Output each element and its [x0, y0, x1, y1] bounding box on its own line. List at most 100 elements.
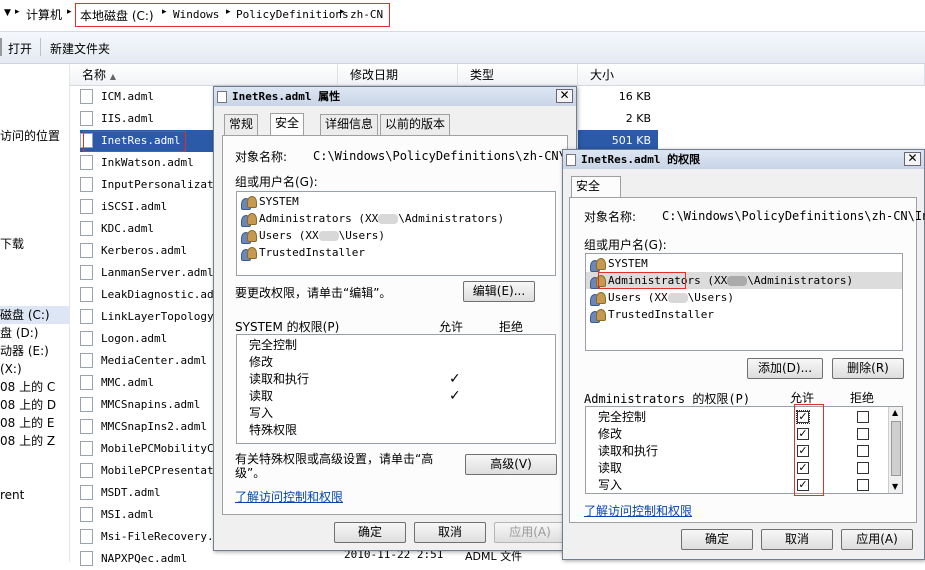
breadcrumb-lang[interactable]: zh-CN	[350, 8, 383, 21]
chevron-down-icon[interactable]: ▼	[4, 8, 11, 18]
help-link[interactable]: 了解访问控制和权限	[584, 502, 692, 519]
nav-item[interactable]: 08 上的 E	[0, 414, 54, 432]
ok-button[interactable]: 确定	[334, 522, 406, 543]
file-row[interactable]: KDC.adml	[80, 218, 154, 240]
chevron-right-icon[interactable]: ▸	[340, 7, 345, 17]
user-group-icon	[241, 213, 257, 227]
nav-item[interactable]: 盘 (D:)	[0, 324, 38, 342]
user-item[interactable]: TrustedInstaller	[241, 244, 365, 261]
permissions-title: InetRes.adml 的权限	[563, 150, 924, 169]
file-row[interactable]: Msi-FileRecovery.a	[80, 526, 220, 548]
file-row[interactable]: NAPXPQec.adml	[80, 548, 187, 570]
column-header-type[interactable]: 类型	[458, 64, 578, 86]
file-row[interactable]: Kerberos.adml	[80, 240, 187, 262]
apply-button[interactable]: 应用(A)	[841, 529, 913, 550]
deny-checkbox[interactable]	[857, 462, 869, 474]
file-row[interactable]: IIS.adml	[80, 108, 154, 130]
file-row[interactable]: MobilePCPresentatio	[80, 460, 227, 482]
file-row[interactable]: MMC.adml	[80, 372, 154, 394]
file-row[interactable]: MediaCenter.adml	[80, 350, 207, 372]
nav-item[interactable]: (X:)	[0, 360, 22, 378]
ok-button[interactable]: 确定	[681, 529, 753, 550]
navigation-pane[interactable]: 访问的位置 下载 磁盘 (C:) 盘 (D:) 动器 (E:) (X:) 08 …	[0, 64, 70, 562]
breadcrumb-disk[interactable]: 本地磁盘 (C:)	[80, 7, 154, 24]
breadcrumb-windows[interactable]: Windows	[173, 8, 219, 21]
user-item[interactable]: SYSTEM	[241, 193, 299, 210]
user-list[interactable]: SYSTEM Administrators (XX \Administrators…	[585, 253, 903, 351]
close-button[interactable]: ✕	[904, 152, 921, 166]
column-header-date[interactable]: 修改日期	[338, 64, 458, 86]
document-icon	[80, 330, 93, 346]
file-row[interactable]: MSI.adml	[80, 504, 154, 526]
tab-previous-versions[interactable]: 以前的版本	[380, 114, 451, 135]
breadcrumb-policy[interactable]: PolicyDefinitions	[236, 8, 349, 21]
close-button[interactable]: ✕	[556, 89, 573, 103]
user-item[interactable]: TrustedInstaller	[590, 306, 714, 323]
file-row[interactable]: MMCSnapins.adml	[80, 394, 200, 416]
scrollbar[interactable]: ▲ ▼	[888, 407, 902, 493]
chevron-right-icon[interactable]: ▸	[67, 7, 72, 17]
file-row[interactable]: InputPersonalizatio	[80, 174, 227, 196]
file-row[interactable]: MMCSnapIns2.adml	[80, 416, 207, 438]
scroll-down-icon[interactable]: ▼	[892, 482, 898, 491]
file-row[interactable]: Logon.adml	[80, 328, 167, 350]
scroll-thumb[interactable]	[891, 421, 901, 476]
advanced-button[interactable]: 高级(V)	[465, 454, 557, 475]
apply-button[interactable]: 应用(A)	[494, 522, 566, 543]
nav-item[interactable]: 08 上的 C	[0, 378, 55, 396]
redacted	[378, 214, 399, 224]
nav-item[interactable]: 访问的位置	[0, 127, 60, 145]
nav-item[interactable]: 08 上的 D	[0, 396, 56, 414]
user-item[interactable]: Users (XX \Users)	[590, 289, 734, 306]
permission-list[interactable]: 完全控制 修改 读取和执行 读取 写入 特殊权限 ✓ ✓	[236, 334, 556, 444]
deny-checkbox[interactable]	[857, 411, 869, 423]
breadcrumb-computer[interactable]: 计算机	[26, 6, 62, 23]
user-item[interactable]: Users (XX \Users)	[241, 227, 385, 244]
permissions-dialog: InetRes.adml 的权限 ✕ 安全 对象名称: C:\Windows\P…	[562, 149, 925, 560]
file-row[interactable]: MSDT.adml	[80, 482, 161, 504]
permission-list[interactable]: 完全控制 修改 读取和执行 读取 写入 ✓ ✓ ✓ ✓ ✓ ▲ ▼	[585, 406, 903, 494]
properties-title: InetRes.adml 属性	[214, 87, 576, 106]
nav-item[interactable]: rent	[0, 486, 24, 504]
file-row[interactable]: ICM.adml	[80, 86, 154, 108]
file-name: MobilePCMobilityCe	[101, 442, 221, 455]
permission-item: 特殊权限	[249, 423, 298, 437]
permission-item: 读取和执行	[598, 444, 659, 458]
deny-checkbox[interactable]	[857, 428, 869, 440]
user-list[interactable]: SYSTEM Administrators (XX \Administrators…	[236, 191, 556, 276]
new-folder-button[interactable]: 新建文件夹	[50, 40, 110, 57]
user-item[interactable]: SYSTEM	[590, 255, 648, 272]
file-row[interactable]: LanmanServer.adml	[80, 262, 214, 284]
add-button[interactable]: 添加(D)...	[747, 358, 823, 379]
column-header-size[interactable]: 大小	[578, 64, 925, 86]
file-row[interactable]: InkWatson.adml	[80, 152, 194, 174]
cancel-button[interactable]: 取消	[761, 529, 833, 550]
file-row[interactable]: LinkLayerTopologyD	[80, 306, 220, 328]
file-row[interactable]: iSCSI.adml	[80, 196, 167, 218]
tab-general[interactable]: 常规	[224, 114, 259, 135]
nav-item[interactable]: 动器 (E:)	[0, 342, 49, 360]
chevron-right-icon[interactable]: ▸	[226, 7, 231, 17]
chevron-right-icon[interactable]: ▸	[15, 7, 20, 17]
cancel-button[interactable]: 取消	[414, 522, 486, 543]
chevron-right-icon[interactable]: ▸	[162, 7, 167, 17]
column-header-name[interactable]: 名称 ▲	[70, 64, 338, 86]
deny-checkbox[interactable]	[857, 479, 869, 491]
nav-item[interactable]: 08 上的 Z	[0, 432, 55, 450]
help-link[interactable]: 了解访问控制和权限	[235, 488, 343, 505]
edit-button[interactable]: 编辑(E)...	[463, 281, 535, 302]
nav-item[interactable]: 磁盘 (C:)	[0, 306, 69, 324]
address-bar[interactable]: ▼ ▸ 计算机 ▸ 本地磁盘 (C:) ▸ Windows ▸ PolicyDe…	[0, 0, 925, 32]
open-button[interactable]: 打开	[8, 40, 32, 57]
file-name: InkWatson.adml	[101, 156, 194, 169]
remove-button[interactable]: 删除(R)	[832, 358, 904, 379]
file-row[interactable]: MobilePCMobilityCe	[80, 438, 220, 460]
deny-checkbox[interactable]	[857, 445, 869, 457]
tab-details[interactable]: 详细信息	[320, 114, 379, 135]
tab-security[interactable]: 安全	[270, 113, 305, 136]
file-row[interactable]: LeakDiagnostic.adml	[80, 284, 227, 306]
nav-item[interactable]: 下载	[0, 235, 24, 253]
scroll-up-icon[interactable]: ▲	[892, 408, 898, 417]
user-item[interactable]: Administrators (XX \Administrators)	[241, 210, 504, 227]
tab-security[interactable]: 安全	[571, 176, 621, 199]
